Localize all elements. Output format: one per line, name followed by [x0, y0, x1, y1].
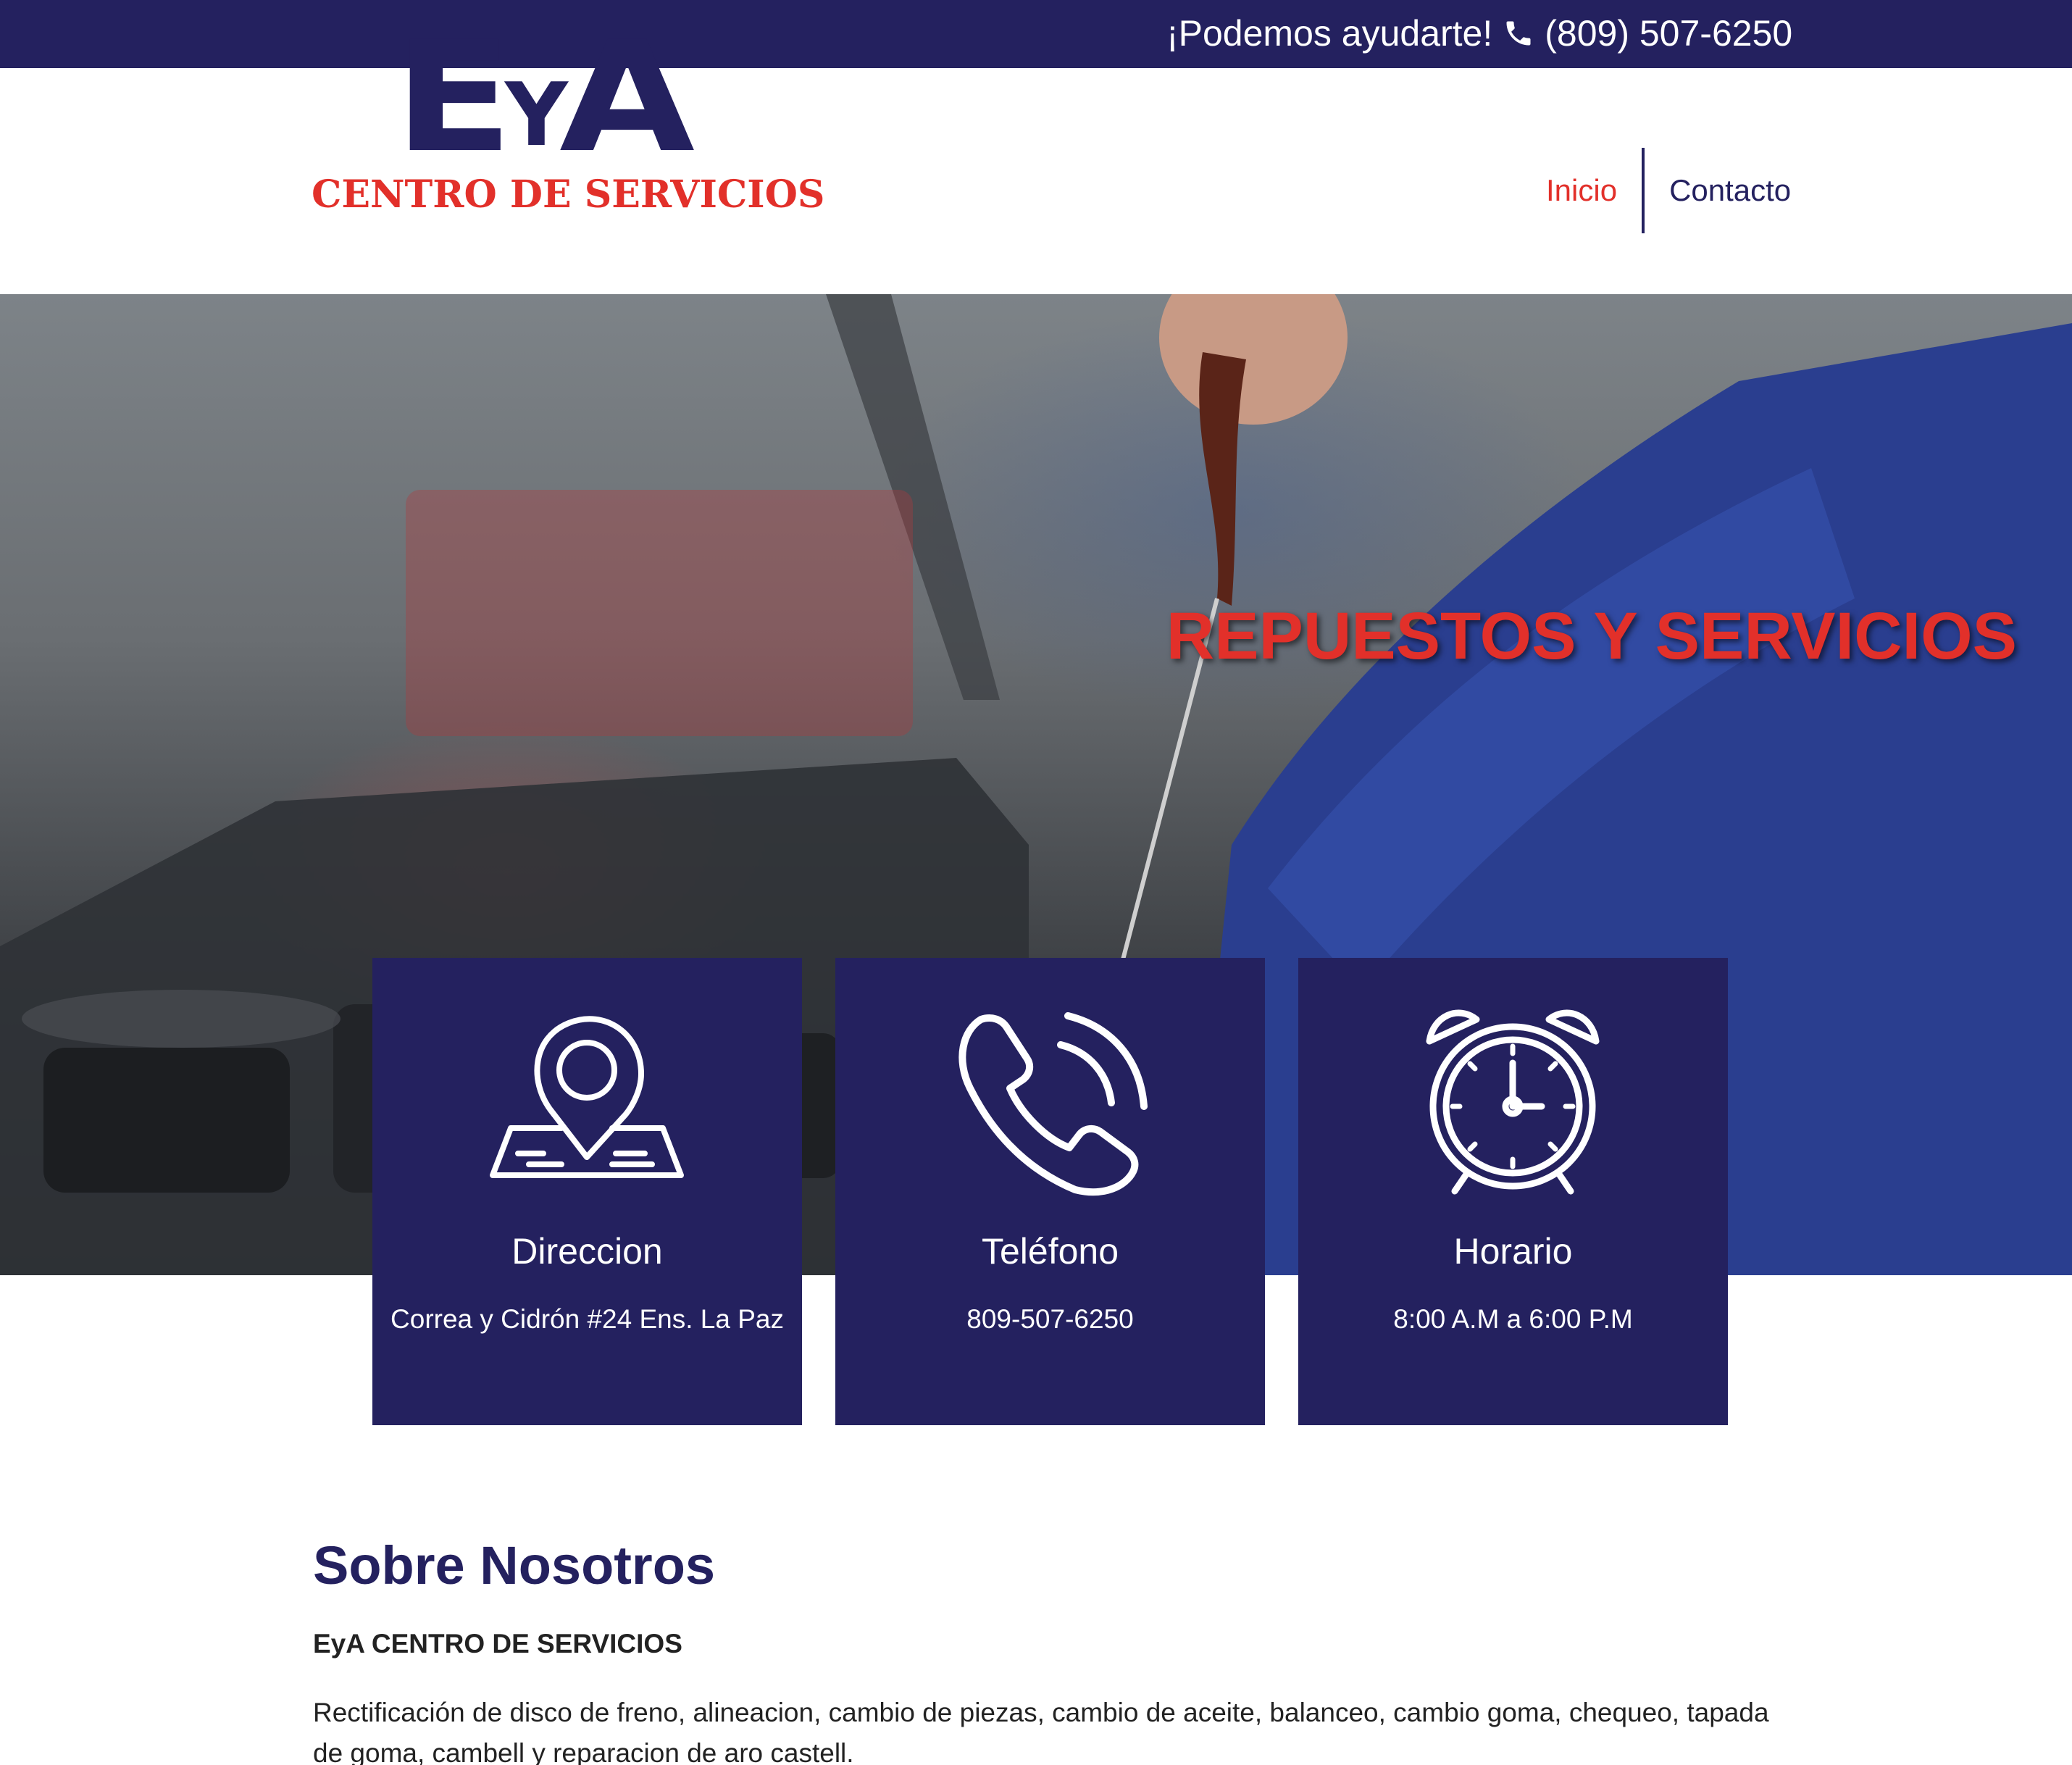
info-card-horario: Horario 8:00 A.M a 6:00 P.M: [1298, 958, 1728, 1425]
logo-letter-a: A: [559, 9, 695, 186]
card-title: Teléfono: [981, 1231, 1119, 1272]
logo-letter-e: E: [393, 9, 513, 186]
nav-item-contacto[interactable]: Contacto: [1645, 173, 1816, 208]
main-nav: Inicio Contacto: [1521, 148, 1816, 233]
card-value[interactable]: 809-507-6250: [835, 1304, 1265, 1335]
card-title: Horario: [1453, 1231, 1573, 1272]
about-heading: Sobre Nosotros: [313, 1535, 716, 1595]
top-bar: ¡Podemos ayudarte! (809) 507-6250: [0, 0, 2072, 68]
alarm-clock-icon: [1426, 1009, 1600, 1195]
phone-ringing-icon: [958, 1012, 1148, 1196]
top-bar-tagline: ¡Podemos ayudarte!: [1166, 13, 1493, 54]
logo-letter-y: Y: [505, 65, 568, 166]
card-title: Direccion: [511, 1231, 663, 1272]
nav-item-inicio[interactable]: Inicio: [1521, 173, 1642, 208]
site-logo[interactable]: E Y A CENTRO DE SERVICIOS: [312, 22, 825, 217]
logo-mark: E Y A: [393, 22, 695, 174]
map-pin-icon: [490, 1016, 684, 1178]
logo-subtitle: CENTRO DE SERVICIOS: [312, 172, 825, 217]
top-bar-contact[interactable]: ¡Podemos ayudarte! (809) 507-6250: [1166, 10, 1792, 57]
about-subheading: EyA CENTRO DE SERVICIOS: [313, 1629, 682, 1658]
info-card-telefono: Teléfono 809-507-6250: [835, 958, 1265, 1425]
card-value: Correa y Cidrón #24 Ens. La Paz: [390, 1304, 784, 1334]
about-description: Rectificación de disco de freno, alineac…: [313, 1698, 1769, 1765]
page: ¡Podemos ayudarte! (809) 507-6250 E Y A …: [0, 0, 2072, 1765]
hero-headline: REPUESTOS Y SERVICIOS: [1166, 599, 2017, 673]
card-value: 8:00 A.M a 6:00 P.M: [1393, 1304, 1633, 1334]
phone-icon: [1506, 21, 1531, 46]
top-bar-phone[interactable]: (809) 507-6250: [1545, 12, 1792, 54]
info-card-direccion: Direccion Correa y Cidrón #24 Ens. La Pa…: [372, 958, 802, 1425]
